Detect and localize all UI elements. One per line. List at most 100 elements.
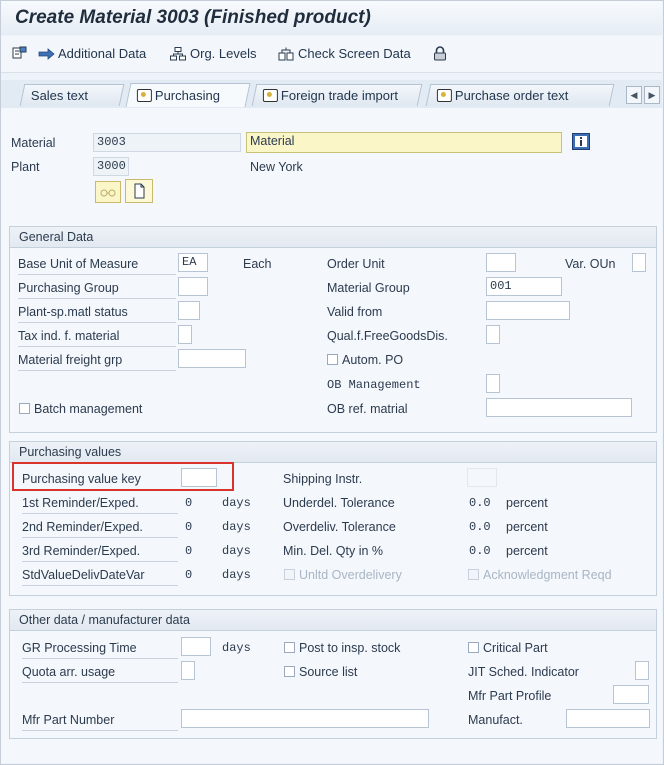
other-data-header: Other data / manufacturer data <box>10 610 656 631</box>
material-description-field[interactable]: Material <box>246 132 562 153</box>
source-list-label: Source list <box>299 665 358 679</box>
order-unit-field[interactable] <box>486 253 516 272</box>
tab-purchasing[interactable]: Purchasing <box>125 83 251 107</box>
ob-management-label: OB Management <box>327 378 421 392</box>
plant-sp-status-field[interactable] <box>178 301 200 320</box>
purchasing-values-header: Purchasing values <box>10 442 656 463</box>
reminder-2-value: 0 <box>185 520 193 534</box>
group-title: Purchasing values <box>19 445 122 459</box>
qual-free-goods-label: Qual.f.FreeGoodsDis. <box>327 329 448 343</box>
tab-sales-text[interactable]: Sales text <box>19 84 125 106</box>
acknowledgment-checkbox[interactable] <box>468 569 479 580</box>
percent-unit: percent <box>506 544 548 558</box>
var-oun-field[interactable] <box>632 253 646 272</box>
freight-group-field[interactable] <box>178 349 246 368</box>
unltd-overdelivery-checkbox[interactable] <box>284 569 295 580</box>
purchasing-group-field[interactable] <box>178 277 208 296</box>
org-levels-label: Org. Levels <box>190 46 257 61</box>
ob-ref-material-field[interactable] <box>486 398 632 417</box>
info-button[interactable] <box>572 133 590 150</box>
qual-free-goods-field[interactable] <box>486 325 500 344</box>
percent-unit: percent <box>506 520 548 534</box>
info-icon <box>575 136 587 147</box>
lock-icon <box>433 46 449 61</box>
gr-processing-field[interactable] <box>181 637 211 656</box>
label-underline <box>22 730 178 731</box>
valid-from-field[interactable] <box>486 301 570 320</box>
tab-label: Purchasing <box>154 88 220 103</box>
percent-unit: percent <box>506 496 548 510</box>
freight-group-label: Material freight grp <box>18 353 123 367</box>
critical-part-label: Critical Part <box>483 641 548 655</box>
tab-scroll-right-button[interactable]: ▶ <box>644 86 660 104</box>
document-button[interactable] <box>125 179 153 203</box>
std-value-value: 0 <box>185 568 193 582</box>
overdelivery-value: 0.0 <box>469 520 491 534</box>
material-number-field[interactable]: 3003 <box>93 133 241 152</box>
additional-data-button[interactable]: Additional Data <box>38 46 146 61</box>
purchasing-group-label: Purchasing Group <box>18 281 119 295</box>
mfr-part-profile-field[interactable] <box>613 685 649 704</box>
tab-scroll-left-button[interactable]: ◀ <box>626 86 642 104</box>
shipping-instr-field[interactable] <box>467 468 497 487</box>
jit-indicator-field[interactable] <box>635 661 649 680</box>
org-levels-button[interactable]: Org. Levels <box>170 46 256 61</box>
lock-button[interactable] <box>433 46 449 61</box>
plant-field[interactable]: 3000 <box>93 157 129 176</box>
check-screen-icon <box>278 47 294 61</box>
label-underline <box>22 682 178 683</box>
label-underline <box>18 274 176 275</box>
underdelivery-value: 0.0 <box>469 496 491 510</box>
underdelivery-label: Underdel. Tolerance <box>283 496 395 510</box>
material-group-field[interactable]: 001 <box>486 277 562 296</box>
shipping-instr-label: Shipping Instr. <box>283 472 363 486</box>
manufacturer-label: Manufact. <box>468 713 523 727</box>
mfr-part-number-label: Mfr Part Number <box>22 713 115 727</box>
plant-sp-status-label: Plant-sp.matl status <box>18 305 128 319</box>
post-insp-stock-checkbox[interactable] <box>284 642 295 653</box>
days-unit: days <box>222 641 251 655</box>
post-insp-stock-label: Post to insp. stock <box>299 641 401 655</box>
critical-part-checkbox[interactable] <box>468 642 479 653</box>
glasses-icon <box>100 189 116 197</box>
reminder-3-value: 0 <box>185 544 193 558</box>
check-screen-data-button[interactable]: Check Screen Data <box>278 46 411 61</box>
tax-ind-field[interactable] <box>178 325 192 344</box>
unltd-overdelivery-label: Unltd Overdelivery <box>299 568 402 582</box>
batch-management-checkbox[interactable] <box>19 403 30 414</box>
material-group-label: Material Group <box>327 281 410 295</box>
std-value-label: StdValueDelivDateVar <box>22 568 145 582</box>
other-view-button[interactable] <box>12 46 28 60</box>
manufacturer-field[interactable] <box>566 709 650 728</box>
days-unit: days <box>222 568 251 582</box>
mfr-part-number-field[interactable] <box>181 709 429 728</box>
min-del-qty-label: Min. Del. Qty in % <box>283 544 384 558</box>
base-uom-label: Base Unit of Measure <box>18 257 139 271</box>
batch-management-label: Batch management <box>34 402 143 416</box>
quota-usage-field[interactable] <box>181 661 195 680</box>
source-list-checkbox[interactable] <box>284 666 295 677</box>
tab-foreign-trade-import[interactable]: Foreign trade import <box>251 84 423 106</box>
tab-purchase-order-text[interactable]: Purchase order text <box>425 84 615 106</box>
reminder-1-value: 0 <box>185 496 193 510</box>
label-underline <box>22 585 178 586</box>
autom-po-label: Autom. PO <box>342 353 404 367</box>
autom-po-checkbox[interactable] <box>327 354 338 365</box>
document-icon <box>134 183 145 199</box>
label-underline <box>22 513 178 514</box>
tab-status-icon <box>136 89 152 102</box>
min-del-qty-value: 0.0 <box>469 544 491 558</box>
tax-ind-label: Tax ind. f. material <box>18 329 120 343</box>
base-uom-field[interactable]: EA <box>178 253 208 272</box>
gr-processing-label: GR Processing Time <box>22 641 137 655</box>
ob-management-field[interactable] <box>486 374 500 393</box>
general-data-header: General Data <box>10 227 656 248</box>
label-underline <box>18 298 176 299</box>
highlight-box <box>12 462 234 491</box>
window-title: Create Material 3003 (Finished product) <box>15 7 371 28</box>
ob-ref-material-label: OB ref. matrial <box>327 402 408 416</box>
valid-from-label: Valid from <box>327 305 383 319</box>
tab-label: Foreign trade import <box>280 88 398 103</box>
change-button[interactable] <box>95 181 121 203</box>
tab-status-icon <box>262 89 278 102</box>
